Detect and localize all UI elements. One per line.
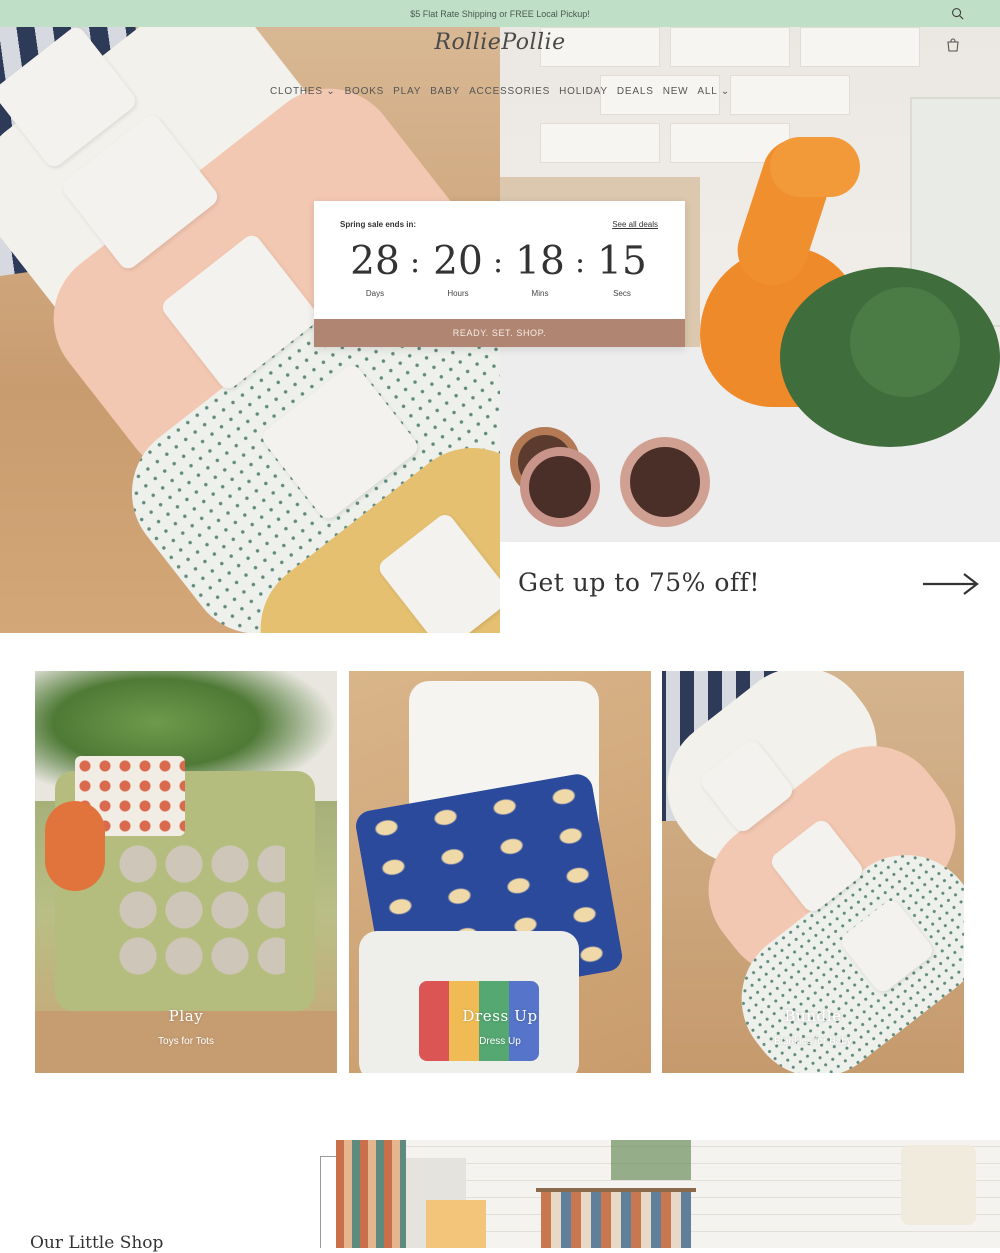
collection-subtitle: Blankies for Baby bbox=[774, 1036, 852, 1047]
nav-item-books[interactable]: BOOKS bbox=[345, 86, 385, 97]
nav-item-all[interactable]: ALL ⌄ bbox=[697, 86, 730, 97]
shop-interior-image bbox=[336, 1140, 1000, 1248]
collection-card-bundle[interactable]: Bundle Blankies for Baby bbox=[662, 671, 964, 1073]
collection-card-play[interactable]: Play Toys for Tots bbox=[35, 671, 337, 1073]
nav-item-new[interactable]: NEW bbox=[663, 86, 689, 97]
shop-heading: Our Little Shop bbox=[30, 1233, 164, 1253]
nav-item-clothes[interactable]: CLOTHES ⌄ bbox=[270, 86, 336, 97]
countdown-mins-unit: Mins bbox=[531, 289, 549, 298]
promo-text: Get up to 75% off! bbox=[518, 568, 760, 597]
countdown-secs-unit: Secs bbox=[613, 289, 631, 298]
nav-item-accessories[interactable]: ACCESSORIES bbox=[469, 86, 550, 97]
nav-item-play[interactable]: PLAY bbox=[393, 86, 421, 97]
collection-card-dress-up[interactable]: Dress Up Dress Up bbox=[349, 671, 651, 1073]
countdown-hours: 20 bbox=[433, 239, 483, 284]
site-logo[interactable]: RolliePollie bbox=[0, 30, 1000, 55]
countdown-days-unit: Days bbox=[365, 289, 385, 298]
countdown-separator: : bbox=[493, 245, 504, 280]
collection-subtitle: Toys for Tots bbox=[158, 1036, 214, 1047]
search-icon[interactable] bbox=[951, 7, 964, 20]
see-all-deals-link[interactable]: See all deals bbox=[612, 220, 658, 229]
countdown-timer: Spring sale ends in: See all deals 28 : … bbox=[314, 201, 685, 347]
countdown-mins: 18 bbox=[515, 239, 565, 284]
countdown-values: 28 : 20 : 18 : 15 Days Hours Mins Secs bbox=[314, 239, 685, 299]
nav-item-deals[interactable]: DEALS bbox=[617, 86, 654, 97]
countdown-secs: 15 bbox=[597, 239, 647, 284]
nav-item-holiday[interactable]: HOLIDAY bbox=[559, 86, 608, 97]
arrow-right-icon[interactable] bbox=[922, 572, 980, 596]
collection-title: Play bbox=[168, 1007, 204, 1025]
countdown-separator: : bbox=[575, 245, 586, 280]
cart-icon[interactable] bbox=[946, 38, 960, 52]
collection-subtitle: Dress Up bbox=[479, 1036, 521, 1047]
shop-now-button[interactable]: READY. SET. SHOP. bbox=[314, 319, 685, 347]
nav-item-baby[interactable]: BABY bbox=[430, 86, 460, 97]
main-nav: CLOTHES ⌄ BOOKS PLAY BABY ACCESSORIES HO… bbox=[0, 86, 1000, 97]
collection-title: Bundle bbox=[784, 1007, 842, 1025]
countdown-hours-unit: Hours bbox=[447, 289, 469, 298]
collection-title: Dress Up bbox=[462, 1007, 538, 1025]
decorative-frame bbox=[320, 1156, 336, 1248]
countdown-separator: : bbox=[410, 245, 421, 280]
countdown-label: Spring sale ends in: bbox=[340, 220, 417, 229]
announcement-text: $5 Flat Rate Shipping or FREE Local Pick… bbox=[410, 8, 590, 19]
announcement-bar: $5 Flat Rate Shipping or FREE Local Pick… bbox=[0, 0, 1000, 27]
countdown-days: 28 bbox=[350, 239, 400, 284]
hero-promo[interactable]: Get up to 75% off! bbox=[500, 542, 1000, 633]
